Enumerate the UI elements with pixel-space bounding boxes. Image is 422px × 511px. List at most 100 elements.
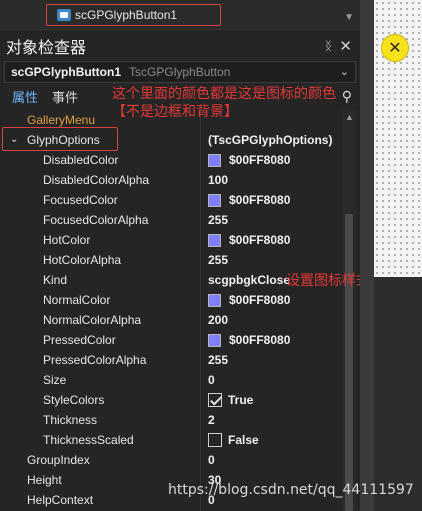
property-value-text: $00FF8080 [229, 293, 291, 307]
property-value[interactable]: 2 [208, 410, 215, 430]
property-value-text: 0 [208, 453, 215, 467]
property-value[interactable]: False [208, 430, 259, 450]
property-value-text: $00FF8080 [229, 193, 291, 207]
property-row[interactable]: NormalColorAlpha 200 [0, 310, 342, 330]
property-value[interactable]: 0 [208, 370, 215, 390]
search-icon[interactable]: ⚲ [342, 88, 352, 105]
tab-events[interactable]: 事件 [46, 87, 86, 110]
annotation-glyph-color-note: 这个里面的颜色都是这是图标的颜色【不是边框和背景】 [112, 85, 336, 119]
property-value-text: 0 [208, 373, 215, 387]
property-row[interactable]: DisabledColor $00FF8080 [0, 150, 342, 170]
property-row[interactable]: PressedColorAlpha 255 [0, 350, 342, 370]
scrollbar-thumb[interactable] [345, 214, 353, 511]
property-value[interactable]: $00FF8080 [208, 290, 290, 310]
component-icon [57, 9, 71, 21]
property-value-text: 2 [208, 413, 215, 427]
color-swatch [208, 233, 221, 247]
property-value-text: $00FF8080 [229, 233, 291, 247]
property-row[interactable]: ThicknessScaled False [0, 430, 342, 450]
property-name: GroupIndex [27, 453, 90, 467]
checkbox[interactable] [208, 393, 222, 407]
property-value[interactable]: 100 [208, 170, 228, 190]
property-row[interactable]: DisabledColorAlpha 100 [0, 170, 342, 190]
property-value[interactable]: $00FF8080 [208, 230, 290, 250]
checkbox[interactable] [208, 433, 222, 447]
color-swatch [208, 193, 221, 207]
property-value[interactable]: (TscGPGlyphOptions) [208, 130, 332, 150]
pin-icon[interactable]: ᛝ [325, 39, 332, 53]
property-value-text: $00FF8080 [229, 153, 291, 167]
property-name: HotColor [43, 233, 91, 247]
property-value[interactable]: scgpbgkClose [208, 270, 290, 290]
tab-properties[interactable]: 属性 [6, 87, 46, 110]
color-swatch [208, 153, 221, 167]
property-row[interactable]: FocusedColorAlpha 255 [0, 210, 342, 230]
property-row[interactable]: FocusedColor $00FF8080 [0, 190, 342, 210]
property-value[interactable]: $00FF8080 [208, 330, 290, 350]
property-value[interactable]: 255 [208, 350, 228, 370]
property-row[interactable]: NormalColor $00FF8080 [0, 290, 342, 310]
property-name: PressedColorAlpha [43, 353, 147, 367]
property-row[interactable]: HotColorAlpha 255 [0, 250, 342, 270]
property-name: NormalColor [43, 293, 111, 307]
structure-tree: scGPGlyphButton1 ▼ [0, 0, 360, 30]
property-value-text: False [228, 433, 259, 447]
property-name: PressedColor [43, 333, 116, 347]
chevron-down-icon[interactable]: ▼ [344, 12, 354, 23]
property-row[interactable]: Size 0 [0, 370, 342, 390]
inspector-titlebar: 对象检查器 ᛝ ✕ [0, 33, 360, 59]
property-value-text: 255 [208, 253, 229, 267]
vertical-scrollbar[interactable]: ▲ [342, 110, 356, 511]
glyphoptions-highlight-box [2, 127, 118, 151]
property-name: HotColorAlpha [43, 253, 122, 267]
property-value-text: 100 [208, 173, 229, 187]
tree-node-label: scGPGlyphButton1 [75, 8, 178, 22]
selected-object-type: TscGPGlyphButton [129, 65, 231, 79]
property-name: ThicknessScaled [43, 433, 134, 447]
property-value-text: scgpbgkClose [208, 273, 291, 287]
chevron-down-icon[interactable]: ⌄ [340, 65, 349, 78]
close-icon[interactable]: ✕ [339, 37, 352, 55]
property-value[interactable]: 255 [208, 250, 228, 270]
property-row[interactable]: PressedColor $00FF8080 [0, 330, 342, 350]
annotation-kind-note: 设置图标样式 [286, 272, 370, 288]
property-name: FocusedColor [43, 193, 118, 207]
watermark: https://blog.csdn.net/qq_44111597 [168, 482, 414, 498]
property-value[interactable]: 0 [208, 450, 215, 470]
property-value-text: (TscGPGlyphOptions) [208, 133, 333, 147]
color-swatch [208, 333, 221, 347]
property-row[interactable]: StyleColors True [0, 390, 342, 410]
property-name: StyleColors [43, 393, 105, 407]
property-row[interactable]: HotColor $00FF8080 [0, 230, 342, 250]
property-name: Thickness [43, 413, 98, 427]
glyph-button-close-icon[interactable]: ✕ [381, 34, 409, 62]
property-value[interactable]: 200 [208, 310, 228, 330]
panel-title: 对象检查器 [6, 40, 87, 57]
property-value[interactable]: 255 [208, 210, 228, 230]
property-name: Size [43, 373, 67, 387]
selected-object-name: scGPGlyphButton1 [11, 65, 122, 79]
property-row[interactable]: Thickness 2 [0, 410, 342, 430]
property-value-text: 255 [208, 353, 229, 367]
property-value-text: $00FF8080 [229, 333, 291, 347]
property-value[interactable]: $00FF8080 [208, 190, 290, 210]
tree-node-glyph-button[interactable]: scGPGlyphButton1 [46, 4, 221, 26]
property-value-text: True [228, 393, 254, 407]
property-row[interactable]: GroupIndex 0 [0, 450, 342, 470]
property-value-text: 255 [208, 213, 229, 227]
property-name: Kind [43, 273, 68, 287]
property-name: DisabledColorAlpha [43, 173, 150, 187]
property-value-text: 200 [208, 313, 229, 327]
color-swatch [208, 293, 221, 307]
property-name: NormalColorAlpha [43, 313, 142, 327]
form-designer [360, 0, 422, 511]
property-value[interactable]: $00FF8080 [208, 150, 290, 170]
property-name: FocusedColorAlpha [43, 213, 149, 227]
property-grid: GalleryMenu ⌄ GlyphOptions (TscGPGlyphOptio… [0, 110, 342, 510]
object-inspector-panel: scGPGlyphButton1 ▼ 对象检查器 ᛝ ✕ scGPGlyphBu… [0, 0, 360, 511]
property-name: DisabledColor [43, 153, 119, 167]
designer-gutter [360, 0, 374, 511]
object-selector[interactable]: scGPGlyphButton1 TscGPGlyphButton ⌄ [4, 61, 356, 83]
scroll-up-icon[interactable]: ▲ [345, 112, 354, 122]
property-value[interactable]: True [208, 390, 253, 410]
